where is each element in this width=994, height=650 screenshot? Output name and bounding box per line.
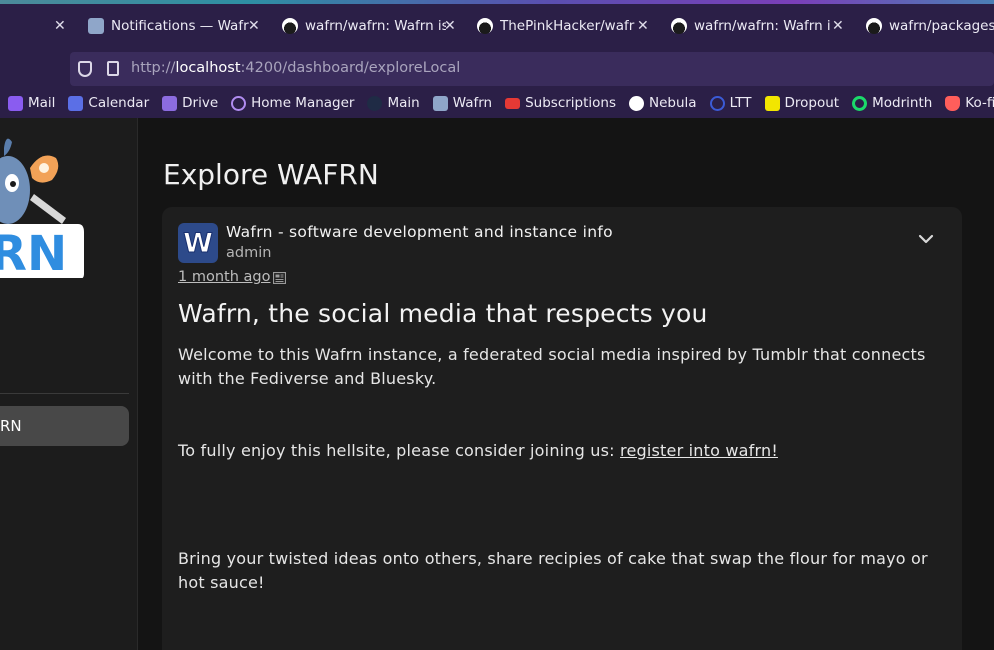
tab-4[interactable]: wafrn/wafrn: Wafrn is ✕ — [671, 9, 853, 43]
post-author-handle[interactable]: admin — [226, 245, 271, 261]
close-icon[interactable]: ✕ — [444, 18, 456, 34]
bookmark-home-manager[interactable]: Home Manager — [231, 95, 354, 111]
page-title: Explore WAFRN — [163, 158, 379, 191]
url-prefix: http:// — [131, 60, 176, 76]
address-bar[interactable]: http://localhost:4200/dashboard/exploreL… — [70, 52, 994, 86]
bookmark-main[interactable]: Main — [367, 95, 420, 111]
bookmark-label: Modrinth — [872, 95, 933, 111]
globe-icon — [231, 95, 247, 111]
bookmark-label: Ko-fi — [965, 95, 994, 111]
folder-icon — [162, 95, 178, 111]
bookmark-subscriptions[interactable]: Subscriptions — [505, 95, 616, 111]
post-timestamp-link[interactable]: 1 month ago — [178, 269, 270, 285]
sidebar-item-explore-wafrn[interactable]: RN — [0, 406, 129, 446]
bookmark-kofi[interactable]: Ko-fi — [945, 95, 994, 111]
wafrn-mascot-logo[interactable]: RN — [0, 128, 90, 278]
wafrn-icon — [432, 95, 448, 111]
close-icon[interactable]: ✕ — [248, 18, 260, 34]
github-icon — [282, 18, 298, 34]
tab-2[interactable]: wafrn/wafrn: Wafrn is ✕ — [282, 9, 464, 43]
bookmark-label: Dropout — [784, 95, 840, 111]
tab-title: ThePinkHacker/wafrn — [500, 18, 635, 34]
sidebar: RN RN — [0, 118, 138, 650]
ltt-icon — [709, 95, 725, 111]
post-paragraph: Bring your twisted ideas onto others, sh… — [178, 549, 928, 592]
bookmark-modrinth[interactable]: Modrinth — [852, 95, 932, 111]
bookmark-label: Calendar — [88, 95, 150, 111]
bookmark-calendar[interactable]: Calendar — [68, 95, 149, 111]
dropout-icon — [764, 95, 780, 111]
url-host: localhost — [175, 60, 241, 76]
bookmark-mail[interactable]: Mail — [8, 95, 55, 111]
tracking-protection-shield-icon[interactable] — [78, 61, 92, 77]
bookmark-label: Drive — [182, 95, 219, 111]
wafrn-icon — [88, 18, 104, 34]
bookmark-label: Nebula — [649, 95, 697, 111]
kofi-icon — [945, 95, 961, 111]
bookmark-label: Mail — [28, 95, 56, 111]
close-icon[interactable]: ✕ — [54, 18, 66, 34]
post-author-name[interactable]: Wafrn - software development and instanc… — [226, 223, 613, 241]
bookmark-nebula[interactable]: Nebula — [629, 95, 697, 111]
svg-text:RN: RN — [0, 226, 67, 278]
bookmark-label: Main — [387, 95, 420, 111]
sidebar-divider — [0, 393, 129, 394]
sidebar-item-label: RN — [0, 417, 22, 435]
page-content: RN RN Explore WAFRN W Wafrn - software d… — [0, 118, 994, 650]
mail-icon — [8, 95, 23, 111]
bookmark-dropout[interactable]: Dropout — [764, 95, 840, 111]
github-icon — [477, 18, 493, 34]
tab-3[interactable]: ThePinkHacker/wafrn ✕ — [477, 9, 659, 43]
tab-strip: ✕ Notifications — Wafrn ✕ wafrn/wafrn: W… — [0, 6, 994, 46]
tumblr-icon — [367, 95, 383, 111]
close-icon[interactable]: ✕ — [832, 18, 844, 34]
bookmark-label: Subscriptions — [525, 95, 617, 111]
post-heading: Wafrn, the social media that respects yo… — [178, 299, 708, 328]
modrinth-icon — [852, 95, 868, 111]
page-info-icon[interactable] — [107, 61, 119, 76]
avatar-letter: W — [183, 227, 214, 259]
bookmark-wafrn[interactable]: Wafrn — [432, 95, 493, 111]
post-card: W Wafrn - software development and insta… — [162, 207, 962, 650]
chevron-down-icon[interactable] — [916, 229, 936, 249]
nebula-icon — [629, 95, 645, 111]
bookmark-ltt[interactable]: LTT — [709, 95, 752, 111]
bookmark-label: Wafrn — [452, 95, 493, 111]
tab-title: Notifications — Wafrn — [111, 18, 249, 34]
register-link[interactable]: register into wafrn! — [620, 441, 778, 460]
url-path: :4200/dashboard/exploreLocal — [240, 60, 461, 76]
tab-5[interactable]: wafrn/packages/ — [866, 9, 994, 43]
bookmark-label: Home Manager — [251, 95, 355, 111]
calendar-icon — [68, 95, 84, 111]
tab-1[interactable]: Notifications — Wafrn ✕ — [88, 9, 270, 43]
url-text[interactable]: http://localhost:4200/dashboard/exploreL… — [131, 60, 460, 76]
github-icon — [866, 18, 882, 34]
bookmarks-bar: Mail Calendar Drive Home Manager Main Wa… — [0, 90, 994, 116]
paragraph-text: To fully enjoy this hellsite, please con… — [178, 441, 621, 460]
github-icon — [671, 18, 687, 34]
tab-0[interactable]: ✕ — [0, 9, 72, 43]
newspaper-icon — [273, 272, 286, 284]
bookmark-label: LTT — [729, 95, 752, 111]
browser-chrome: ✕ Notifications — Wafrn ✕ wafrn/wafrn: W… — [0, 0, 994, 118]
avatar[interactable]: W — [178, 223, 218, 263]
window-accent-bar — [0, 0, 994, 4]
post-paragraph-register: To fully enjoy this hellsite, please con… — [178, 439, 948, 463]
youtube-icon — [505, 97, 521, 109]
tab-title: wafrn/packages/ — [889, 18, 994, 34]
tab-title: wafrn/wafrn: Wafrn is — [694, 18, 831, 34]
post-paragraph: Welcome to this Wafrn instance, a federa… — [178, 345, 926, 388]
close-icon[interactable]: ✕ — [637, 18, 649, 34]
tab-title: wafrn/wafrn: Wafrn is — [305, 18, 446, 34]
bookmark-drive[interactable]: Drive — [162, 95, 218, 111]
